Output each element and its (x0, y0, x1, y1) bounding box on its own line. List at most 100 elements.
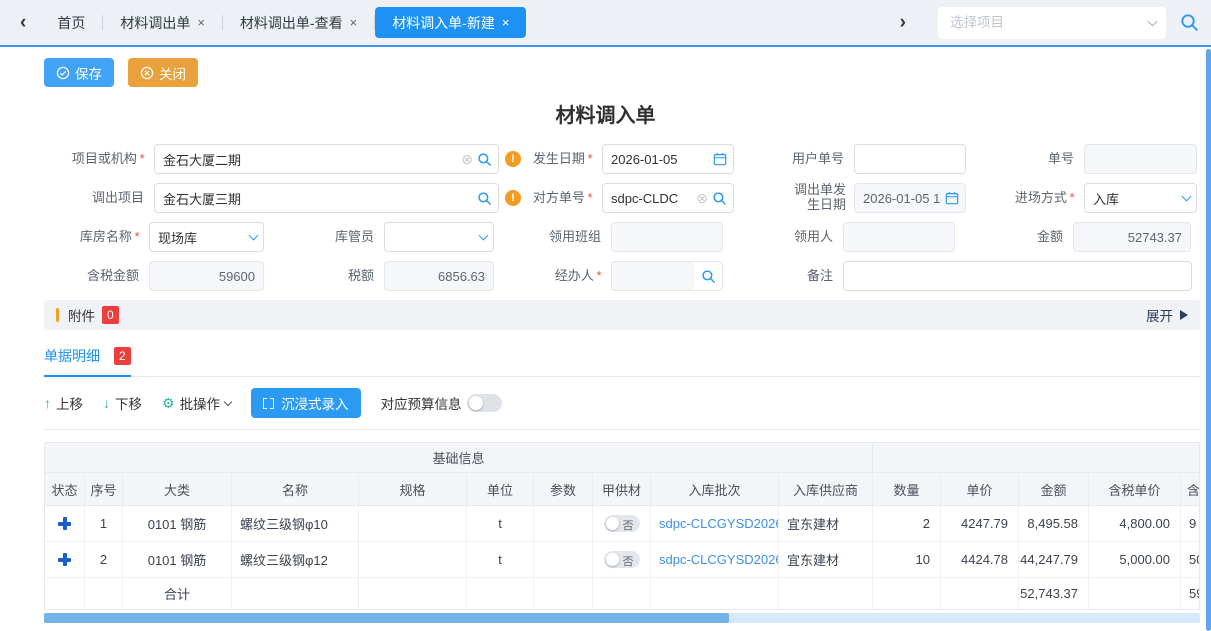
orange-marker-icon (56, 308, 59, 322)
cell-seq: 1 (85, 506, 123, 542)
arrow-up-icon: ↑ (44, 395, 51, 411)
tax-label: 税额 (264, 269, 384, 284)
cell-spec (359, 506, 467, 542)
horizontal-scrollbar-thumb[interactable] (44, 613, 729, 623)
col-header-unit: 单位 (467, 473, 534, 506)
tab-material-in-new-active[interactable]: 材料调入单-新建 × (375, 7, 526, 38)
chevron-down-icon[interactable] (479, 231, 489, 241)
col-header-param: 参数 (534, 473, 593, 506)
org-field: ⊗ (154, 144, 499, 174)
calendar-icon[interactable] (713, 152, 727, 166)
tab-home[interactable]: 首页 (40, 7, 102, 38)
clear-icon[interactable]: ⊗ (461, 152, 473, 166)
page-title: 材料调入单 (44, 99, 1167, 128)
close-button[interactable]: 关闭 (128, 58, 198, 87)
vertical-scrollbar[interactable] (1206, 49, 1211, 631)
remark-label: 备注 (723, 269, 843, 284)
group-basic-info: 基础信息 (45, 443, 873, 473)
chevron-down-icon[interactable] (249, 231, 259, 241)
cell-amount: 8,495.58 (1019, 506, 1089, 542)
batch-ops-label: 批操作 (180, 393, 221, 413)
expand-button[interactable]: 展开 (1146, 305, 1188, 325)
tab-material-out-view[interactable]: 材料调出单-查看 × (223, 7, 374, 38)
col-header-batch: 入库批次 (651, 473, 779, 506)
cell-supplier: 宜东建材 (779, 506, 873, 542)
move-down-button[interactable]: ↓ 下移 (103, 393, 142, 413)
search-icon[interactable] (1180, 13, 1199, 32)
org-input[interactable] (154, 144, 499, 174)
attachment-bar[interactable]: 附件 0 展开 (44, 300, 1200, 330)
cell-qty: 10 (873, 542, 941, 578)
cell-unit: t (467, 542, 534, 578)
chevron-down-icon (224, 397, 232, 405)
cell-batch-link[interactable]: sdpc-CLCGYSD2026010 (651, 542, 779, 578)
detail-tab-label: 单据明细 (44, 346, 100, 366)
calendar-icon (945, 191, 959, 205)
action-buttons: 保存 关闭 (44, 58, 1211, 87)
org-label: 项目或机构 (44, 152, 154, 167)
budget-info-toggle-group: 对应预算信息 (381, 393, 502, 413)
attachment-label: 附件 (68, 305, 95, 325)
cell-name: 螺纹三级钢φ10 (232, 506, 359, 542)
arrow-down-icon: ↓ (103, 395, 110, 411)
gear-icon: ⚙ (162, 395, 175, 412)
keeper-label: 库管员 (264, 230, 384, 245)
table-total-row: 合计 52,743.37 59 (45, 578, 1199, 609)
out-date-label: 调出单发生日期 (790, 183, 854, 213)
entry-mode-input[interactable] (1084, 183, 1197, 213)
project-select-input[interactable] (948, 14, 1149, 31)
supplied-toggle[interactable]: 否 (604, 515, 640, 532)
tab-close-icon[interactable]: × (197, 15, 205, 30)
clear-icon[interactable]: ⊗ (696, 191, 708, 205)
info-icon[interactable]: ! (505, 151, 521, 167)
tabs-scroll-right-icon[interactable]: › (900, 13, 906, 32)
handler-field (611, 261, 723, 291)
chevron-down-icon[interactable] (1182, 192, 1192, 202)
immersive-entry-button[interactable]: 沉浸式录入 (251, 388, 361, 418)
horizontal-scrollbar[interactable] (44, 613, 1200, 623)
batch-ops-dropdown[interactable]: ⚙ 批操作 (162, 393, 231, 413)
recipient-field (843, 222, 955, 252)
add-row-icon[interactable] (58, 553, 71, 566)
tab-close-icon[interactable]: × (350, 15, 358, 30)
out-project-input[interactable] (154, 183, 499, 213)
search-icon[interactable] (701, 269, 716, 284)
info-icon[interactable]: ! (505, 190, 521, 206)
tab-close-icon[interactable]: × (502, 15, 510, 30)
out-project-field (154, 183, 499, 213)
remark-input[interactable] (843, 261, 1192, 291)
col-header-status: 状态 (45, 473, 85, 506)
cell-tax-amount: 50 (1181, 542, 1200, 578)
group-other (873, 443, 1200, 473)
user-no-input[interactable] (854, 144, 966, 174)
budget-info-toggle[interactable] (467, 394, 502, 412)
save-button[interactable]: 保存 (44, 58, 114, 87)
entry-mode-label: 进场方式 (974, 191, 1084, 206)
expand-label: 展开 (1146, 305, 1173, 325)
keeper-input[interactable] (384, 222, 494, 252)
move-up-button[interactable]: ↑ 上移 (44, 393, 83, 413)
cell-batch-link[interactable]: sdpc-CLCGYSD2026010 (651, 506, 779, 542)
triangle-right-icon (1180, 310, 1188, 320)
detail-tab-bar: 单据明细 2 (44, 346, 1200, 377)
warehouse-input[interactable] (149, 222, 264, 252)
tabs-scroll-left-icon[interactable]: ‹ (20, 13, 26, 32)
cell-price: 4247.79 (941, 506, 1019, 542)
supplied-toggle[interactable]: 否 (604, 551, 640, 568)
tab-material-out[interactable]: 材料调出单 × (103, 7, 222, 38)
col-header-seq: 序号 (85, 473, 123, 506)
keeper-select (384, 222, 494, 252)
search-icon[interactable] (477, 152, 492, 167)
add-row-icon[interactable] (58, 517, 71, 530)
col-header-price: 单价 (941, 473, 1019, 506)
col-header-tax-price: 含税单价 (1089, 473, 1181, 506)
tab-detail[interactable]: 单据明细 2 (44, 346, 131, 377)
counter-no-field: ⊗ (602, 183, 734, 213)
project-select[interactable] (938, 7, 1166, 39)
tab-label: 材料调出单-查看 (240, 13, 343, 33)
search-icon[interactable] (712, 191, 727, 206)
cell-qty: 2 (873, 506, 941, 542)
col-header-tax-amount: 含税金额 (1181, 473, 1200, 506)
cell-name: 螺纹三级钢φ12 (232, 542, 359, 578)
search-icon[interactable] (477, 191, 492, 206)
